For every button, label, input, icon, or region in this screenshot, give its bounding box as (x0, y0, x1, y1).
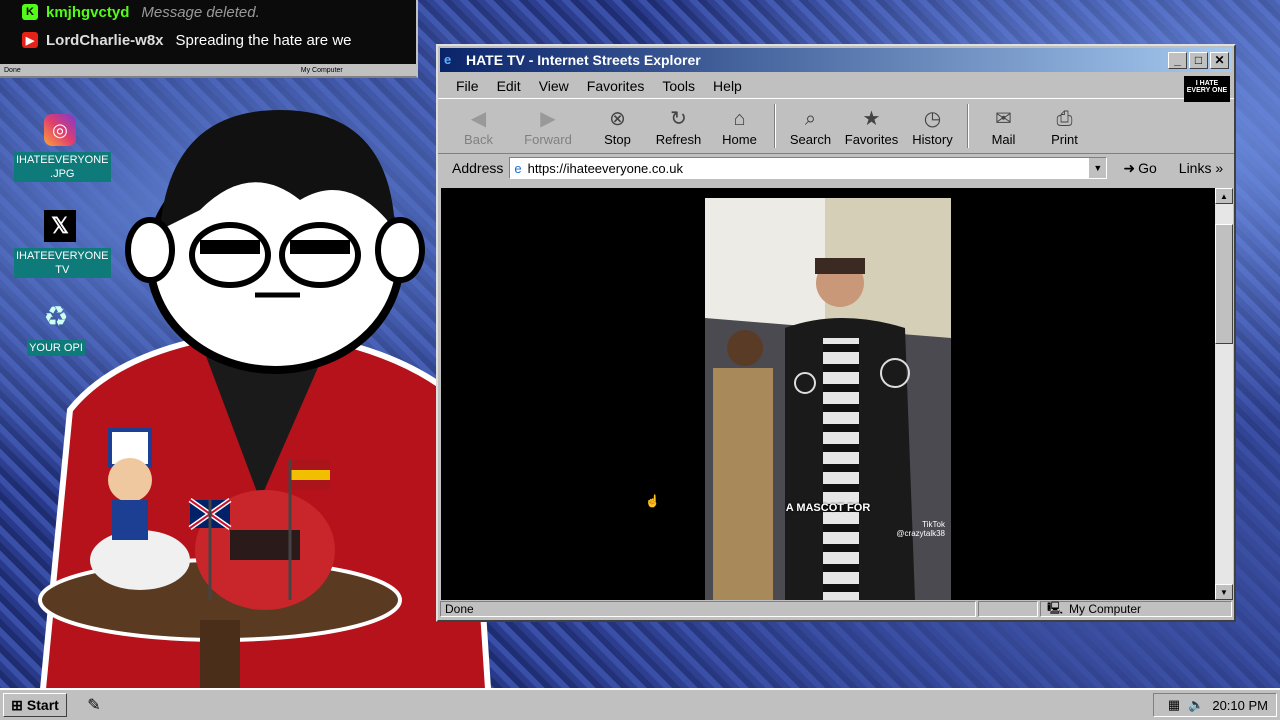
clock[interactable]: 20:10 PM (1212, 698, 1268, 713)
video-frame-image (705, 198, 951, 600)
tiktok-watermark: TikTok @crazytalk38 (896, 520, 945, 538)
address-bar: Address e https://ihateeveryone.co.uk ▼ … (438, 154, 1234, 182)
video-player[interactable]: A MASCOT FOR TikTok @crazytalk38 (705, 198, 951, 600)
toolbar-separator (774, 104, 776, 148)
history-button[interactable]: ◷ History (902, 106, 963, 147)
mini-status-zone: My Computer (300, 66, 343, 74)
menu-view[interactable]: View (539, 78, 569, 94)
browser-window[interactable]: e HATE TV - Internet Streets Explorer _ … (436, 44, 1236, 622)
menu-edit[interactable]: Edit (497, 78, 521, 94)
mail-button[interactable]: ✉ Mail (973, 106, 1034, 147)
refresh-icon: ↻ (670, 107, 687, 130)
chat-message: K kmjhgvctyd Message deleted. (0, 0, 416, 24)
favorites-button[interactable]: ★ Favorites (841, 106, 902, 147)
ie-icon: e (444, 52, 452, 67)
scroll-up-button[interactable]: ▲ (1215, 188, 1233, 204)
menu-file[interactable]: File (456, 78, 479, 94)
home-button[interactable]: ⌂ Home (709, 106, 770, 147)
brand-logo: I HATE EVERY ONE (1184, 76, 1230, 102)
windows-logo-icon: ⊞ (11, 696, 23, 713)
chat-username: LordCharlie-w8x (46, 31, 164, 49)
print-icon: ⎙ (1056, 107, 1073, 130)
close-button[interactable]: ✕ (1210, 51, 1229, 69)
vertical-scrollbar[interactable]: ▲ ▼ (1215, 188, 1233, 600)
scroll-down-button[interactable]: ▼ (1215, 584, 1233, 600)
search-button[interactable]: ⌕ Search (780, 106, 841, 147)
mini-status-text: Done (4, 66, 21, 74)
status-panel (978, 601, 1038, 617)
favorites-icon: ★ (862, 107, 881, 130)
cartoon-avatar (36, 110, 494, 720)
chat-overlay: K kmjhgvctyd Message deleted. ▶ LordChar… (0, 0, 418, 78)
history-icon: ◷ (923, 107, 942, 130)
menu-favorites[interactable]: Favorites (587, 78, 645, 94)
back-button[interactable]: ◀ Back (448, 106, 509, 147)
start-button[interactable]: ⊞ Start (3, 693, 67, 717)
cursor-icon: ☝ (645, 494, 660, 508)
chat-username: kmjhgvctyd (46, 3, 130, 21)
window-controls: _ □ ✕ (1168, 51, 1229, 69)
mail-icon: ✉ (995, 107, 1012, 130)
back-arrow-icon: ◀ (470, 107, 487, 130)
kick-icon: K (22, 4, 38, 20)
go-button[interactable]: ➜ Go (1123, 160, 1156, 177)
page-icon: e (514, 160, 522, 176)
scroll-thumb[interactable] (1215, 224, 1233, 344)
menu-help[interactable]: Help (713, 78, 742, 94)
network-icon[interactable]: ▦ (1168, 697, 1180, 713)
volume-icon[interactable]: 🔈 (1188, 697, 1204, 713)
minimize-button[interactable]: _ (1168, 51, 1187, 69)
go-arrow-icon: ➜ (1123, 159, 1136, 176)
status-zone: 🖳 My Computer (1040, 601, 1232, 617)
search-icon: ⌕ (804, 107, 817, 130)
menu-tools[interactable]: Tools (662, 78, 695, 94)
links-button[interactable]: Links » (1179, 160, 1223, 176)
window-title: HATE TV - Internet Streets Explorer (466, 52, 701, 68)
system-tray: ▦ 🔈 20:10 PM (1153, 693, 1277, 717)
quick-launch-notepad-icon[interactable]: ✎ (83, 694, 105, 716)
print-button[interactable]: ⎙ Print (1034, 106, 1095, 147)
refresh-button[interactable]: ↻ Refresh (648, 106, 709, 147)
chat-message: ▶ LordCharlie-w8x Spreading the hate are… (0, 28, 416, 52)
status-text: Done (440, 601, 976, 617)
chat-text: Spreading the hate are we (175, 31, 352, 49)
menu-bar: File Edit View Favorites Tools Help I HA… (438, 74, 1234, 102)
video-caption: A MASCOT FOR (785, 502, 871, 514)
computer-icon: 🖳 (1047, 600, 1064, 615)
stop-icon: ⊗ (609, 107, 626, 130)
forward-arrow-icon: ▶ (540, 107, 556, 130)
chat-text: Message deleted. (141, 3, 260, 21)
maximize-button[interactable]: □ (1189, 51, 1208, 69)
address-input[interactable]: e https://ihateeveryone.co.uk ▼ (509, 157, 1108, 179)
toolbar-separator (967, 104, 969, 148)
status-bar: Done 🖳 My Computer (440, 600, 1232, 618)
page-content[interactable]: A MASCOT FOR TikTok @crazytalk38 ☝ (441, 188, 1215, 600)
mini-status-bar: Done My Computer (0, 64, 416, 76)
title-bar[interactable]: e HATE TV - Internet Streets Explorer _ … (440, 48, 1232, 72)
chevron-down-icon[interactable]: ▼ (1088, 158, 1107, 178)
forward-button[interactable]: ▶ Forward (509, 106, 587, 147)
standard-toolbar: ◀ Back ▶ Forward ⊗ Stop ↻ Refresh ⌂ Home… (438, 98, 1234, 154)
taskbar: ⊞ Start ✎ ▦ 🔈 20:10 PM (0, 688, 1280, 720)
home-icon: ⌂ (733, 107, 746, 130)
address-url: https://ihateeveryone.co.uk (527, 160, 683, 176)
address-label: Address (452, 160, 504, 176)
youtube-icon: ▶ (22, 32, 38, 48)
stop-button[interactable]: ⊗ Stop (587, 106, 648, 147)
